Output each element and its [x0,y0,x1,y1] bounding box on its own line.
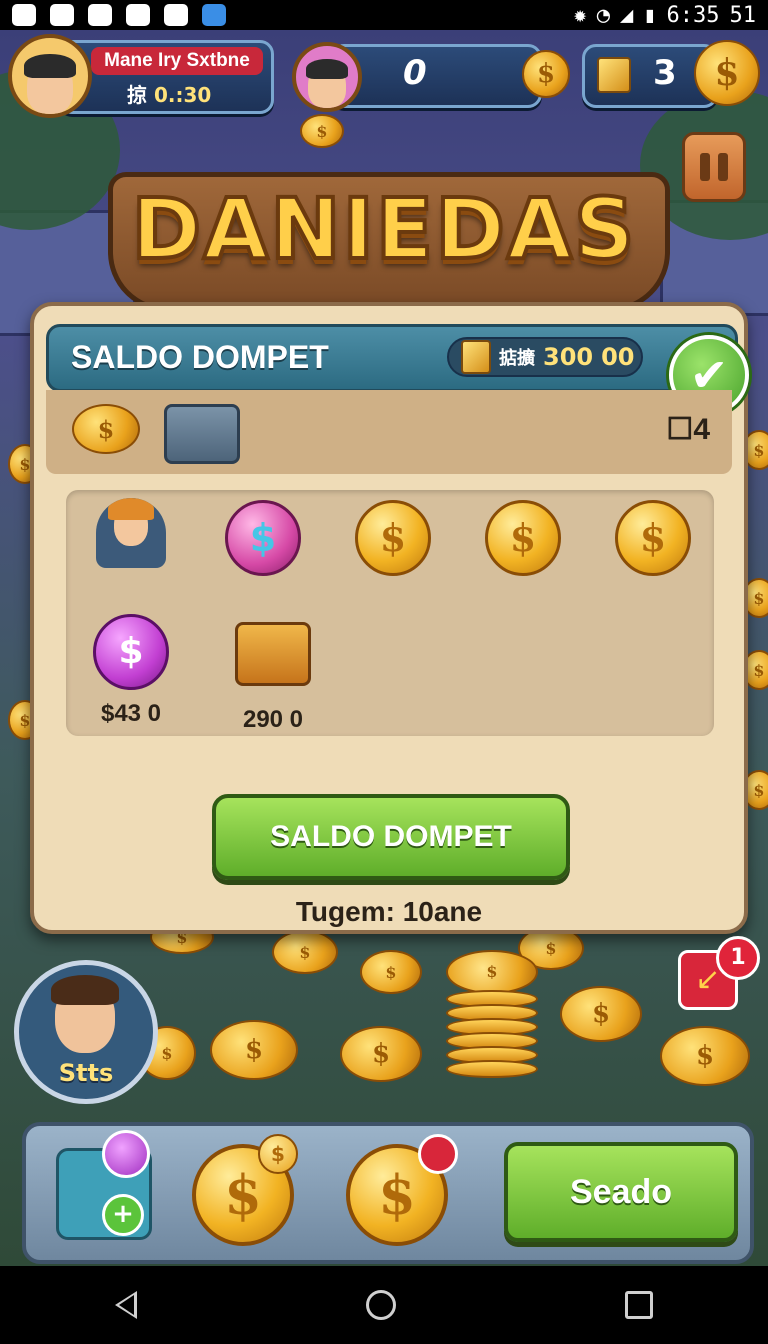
bottom-bar: + $ $ $ Seado [22,1122,754,1264]
cash-box-icon [164,404,240,464]
reward-item[interactable]: $ [478,500,568,586]
checkbox-icon: ☐ [666,413,694,446]
battery-icon: ▮ [643,2,657,28]
wallet-header: SALDO DOMPET 掂擴 300 00 ✔ [46,324,749,415]
purple-dollar-coin-icon: $ [93,614,169,690]
sync-icon [50,4,74,26]
wallet-title: SALDO DOMPET [71,339,329,375]
system-icons: ✹ ◔ ◢ ▮ 6:35 51 [574,3,756,28]
saldo-dompet-button[interactable]: SALDO DOMPET [212,794,570,880]
stacked-coin [446,1060,538,1078]
gold-counter-value: 3 [653,53,677,93]
back-icon[interactable] [114,1291,137,1319]
lightbulb-icon [102,1130,150,1178]
gold-bar-icon [461,340,491,374]
profile-name: Mane Iry Sxtbne [91,47,263,75]
app-icon [12,4,36,26]
center-counter-value: 0 [403,53,427,93]
close-icon [88,4,112,26]
gold-bar-icon [597,57,631,93]
ground-coin: $ [660,1026,750,1086]
reward-item[interactable] [86,498,176,578]
signal-icon: ◢ [620,2,634,28]
friend-avatar[interactable] [292,42,362,112]
ground-coin: $ [210,1020,298,1080]
dropbox-icon [202,4,226,26]
notification-icons [12,4,226,26]
profile-avatar[interactable] [8,34,92,118]
balance-prefix: 掂擴 [499,348,535,369]
settings-icon: ✹ [573,2,587,28]
balance-cents: 00 [601,343,635,371]
pause-bar-right [718,153,728,181]
friend-face [306,59,349,108]
pause-bar-left [700,153,710,181]
gold-coin-icon: $ [355,500,431,576]
balance-value: 300 [543,343,594,371]
home-icon[interactable] [365,1290,396,1320]
ground-coin: $ [360,950,422,994]
game-scene: $ $ $ $ $ $ $ $ $ $ $ $ $ $ $ $ $ $ Mane… [0,30,768,1266]
cash-box-icon [235,622,311,686]
ground-coin: $ [340,1026,422,1082]
player-badge[interactable]: Stts [14,960,158,1104]
reward-item-label: 290 0 [242,706,304,733]
add-coins-icon[interactable]: $ [694,40,760,106]
clock: 6:35 [666,2,720,28]
game-title: DANIEDAS [130,178,637,280]
reward-item[interactable]: $ $43 0 [86,614,176,728]
reward-grid: $ $ $ $ $ $43 0 290 0 [66,490,714,736]
reward-item[interactable]: $ [608,500,698,586]
coin-stack: $ [446,950,538,1078]
ground-coin: $ [560,986,642,1042]
reward-item[interactable]: $ [218,500,308,586]
seado-button[interactable]: Seado [504,1142,738,1242]
add-icon[interactable]: + [102,1194,144,1236]
avatar-face [24,54,76,114]
bag-icon [126,4,150,26]
panel-footnote: Tugem: 10ane [295,896,483,927]
wallet-balance: 掂擴 300 00 [447,337,643,377]
dollar-coin-icon: $ [522,50,570,98]
compass-icon [418,1134,458,1174]
reward-item[interactable]: 290 0 [228,614,318,734]
camera-icon [164,4,188,26]
profile-sub-prefix: 掠 [127,83,147,107]
battery-level: 51 [729,2,757,28]
coin-pile-icon: $ [72,404,140,454]
profile-sub-value: 0.:30 [153,83,212,107]
player-badge-label: Stts [58,1059,114,1087]
pink-dollar-coin-icon: $ [225,500,301,576]
profile-sub: 掠 0.:30 [127,79,211,108]
wifi-icon: ◔ [596,2,611,28]
recent-apps-icon[interactable] [625,1291,654,1319]
notification-badge: 1 [716,936,760,980]
character-icon [96,498,166,568]
strip-count: ☐4 [666,412,710,447]
stack-top-coin: $ [446,950,538,994]
status-bar: ✹ ◔ ◢ ▮ 6:35 51 [0,0,768,30]
gold-coin-icon: $ [615,500,691,576]
strip-count-value: 4 [693,413,710,446]
small-coin-icon: $ [258,1134,298,1174]
gold-coin-icon: $ [485,500,561,576]
reward-item-label: $43 0 [100,700,162,727]
ground-coin: $ [272,930,338,974]
navigation-bar [0,1266,768,1344]
wallet-panel: SALDO DOMPET 掂擴 300 00 ✔ $ ☐4 $ $ $ $ $ … [30,302,749,934]
wallet-strip: $ ☐4 [46,390,732,474]
reward-item[interactable]: $ [348,500,438,586]
player-face [51,975,119,1053]
